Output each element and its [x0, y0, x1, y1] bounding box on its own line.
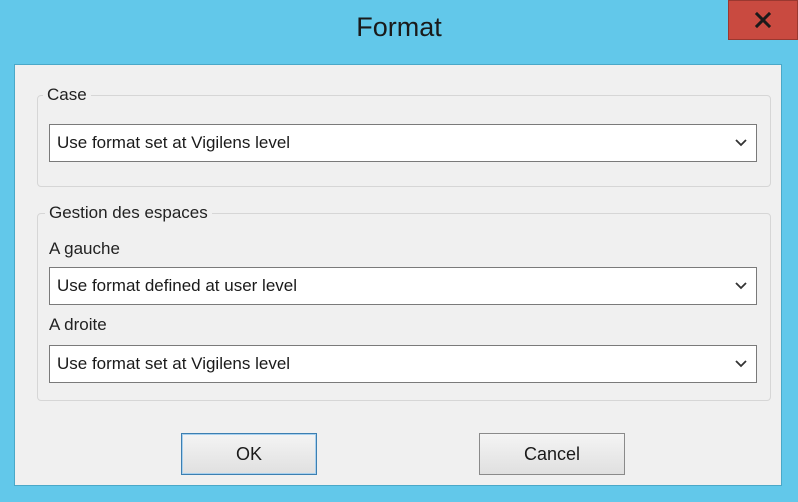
cancel-button[interactable]: Cancel [479, 433, 625, 475]
case-group-label: Case [43, 85, 91, 105]
dialog-body: Case Use format set at Vigilens level Ge… [14, 64, 782, 486]
chevron-down-icon [735, 360, 747, 368]
chevron-down-icon [735, 282, 747, 290]
case-format-dropdown[interactable]: Use format set at Vigilens level [49, 124, 757, 162]
window-title: Format [356, 12, 442, 42]
case-format-value: Use format set at Vigilens level [57, 133, 291, 152]
close-button[interactable] [728, 0, 798, 40]
left-spacing-value: Use format defined at user level [57, 276, 298, 295]
left-spacing-label: A gauche [49, 239, 120, 258]
ok-button[interactable]: OK [181, 433, 317, 475]
chevron-down-icon [735, 139, 747, 147]
spacing-group-label: Gestion des espaces [45, 203, 212, 223]
right-spacing-value: Use format set at Vigilens level [57, 354, 291, 373]
right-spacing-label: A droite [49, 315, 107, 334]
right-spacing-dropdown[interactable]: Use format set at Vigilens level [49, 345, 757, 383]
left-spacing-dropdown[interactable]: Use format defined at user level [49, 267, 757, 305]
format-dialog: Format Case Use format set at Vigilens l… [0, 0, 798, 502]
title-bar[interactable]: Format [0, 0, 798, 64]
close-icon [754, 11, 772, 29]
